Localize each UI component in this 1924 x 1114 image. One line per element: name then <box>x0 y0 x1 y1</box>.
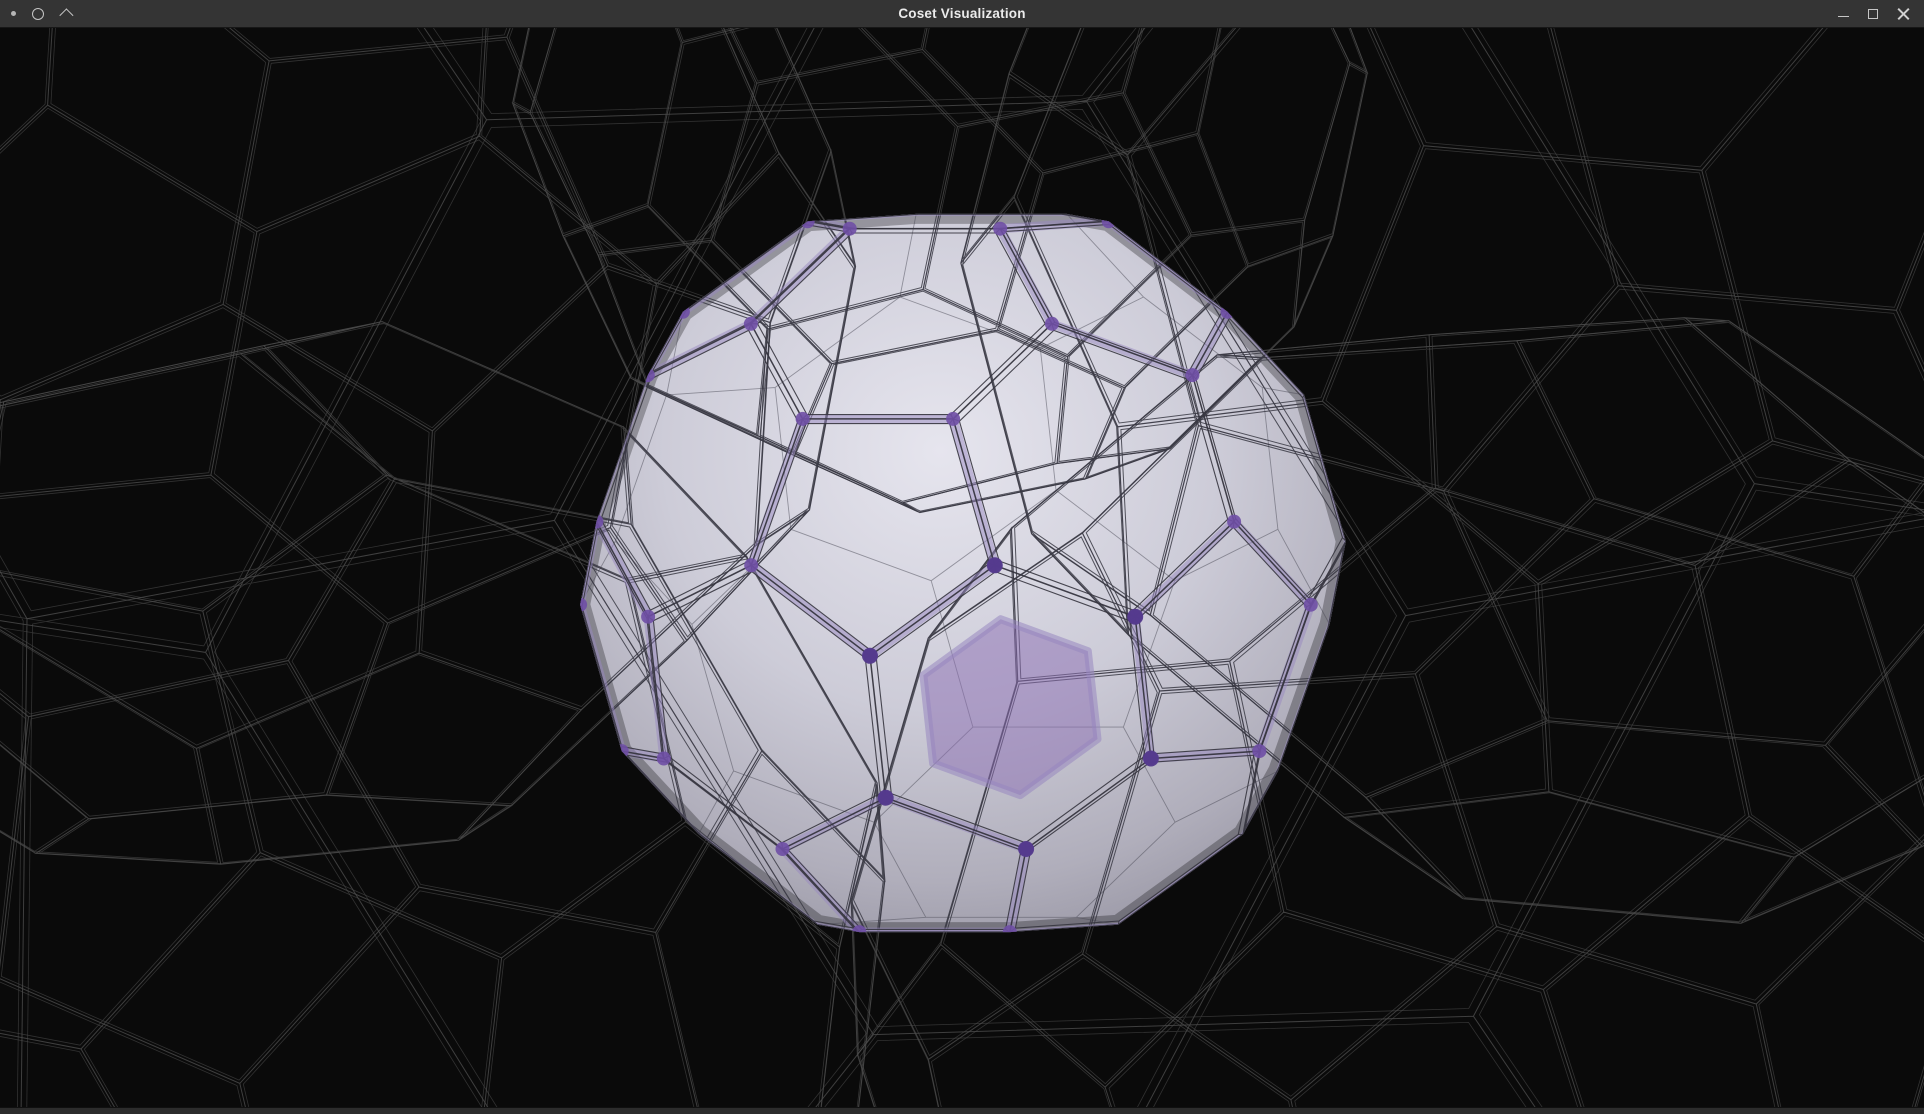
titlebar-left-controls <box>0 8 70 20</box>
maximize-icon[interactable] <box>1868 9 1878 19</box>
window-title: Coset Visualization <box>0 6 1924 21</box>
minimize-icon[interactable] <box>1838 16 1849 18</box>
scene-canvas <box>0 28 1924 1107</box>
circle-icon[interactable] <box>32 8 44 20</box>
app-window: Coset Visualization <box>0 0 1924 1114</box>
dot-icon[interactable] <box>11 11 16 16</box>
bottom-border <box>0 1107 1924 1114</box>
viewport[interactable] <box>0 28 1924 1107</box>
titlebar[interactable]: Coset Visualization <box>0 0 1924 28</box>
titlebar-right-controls <box>1838 7 1924 20</box>
close-icon[interactable] <box>1897 7 1910 20</box>
chevron-up-icon[interactable] <box>59 8 73 22</box>
